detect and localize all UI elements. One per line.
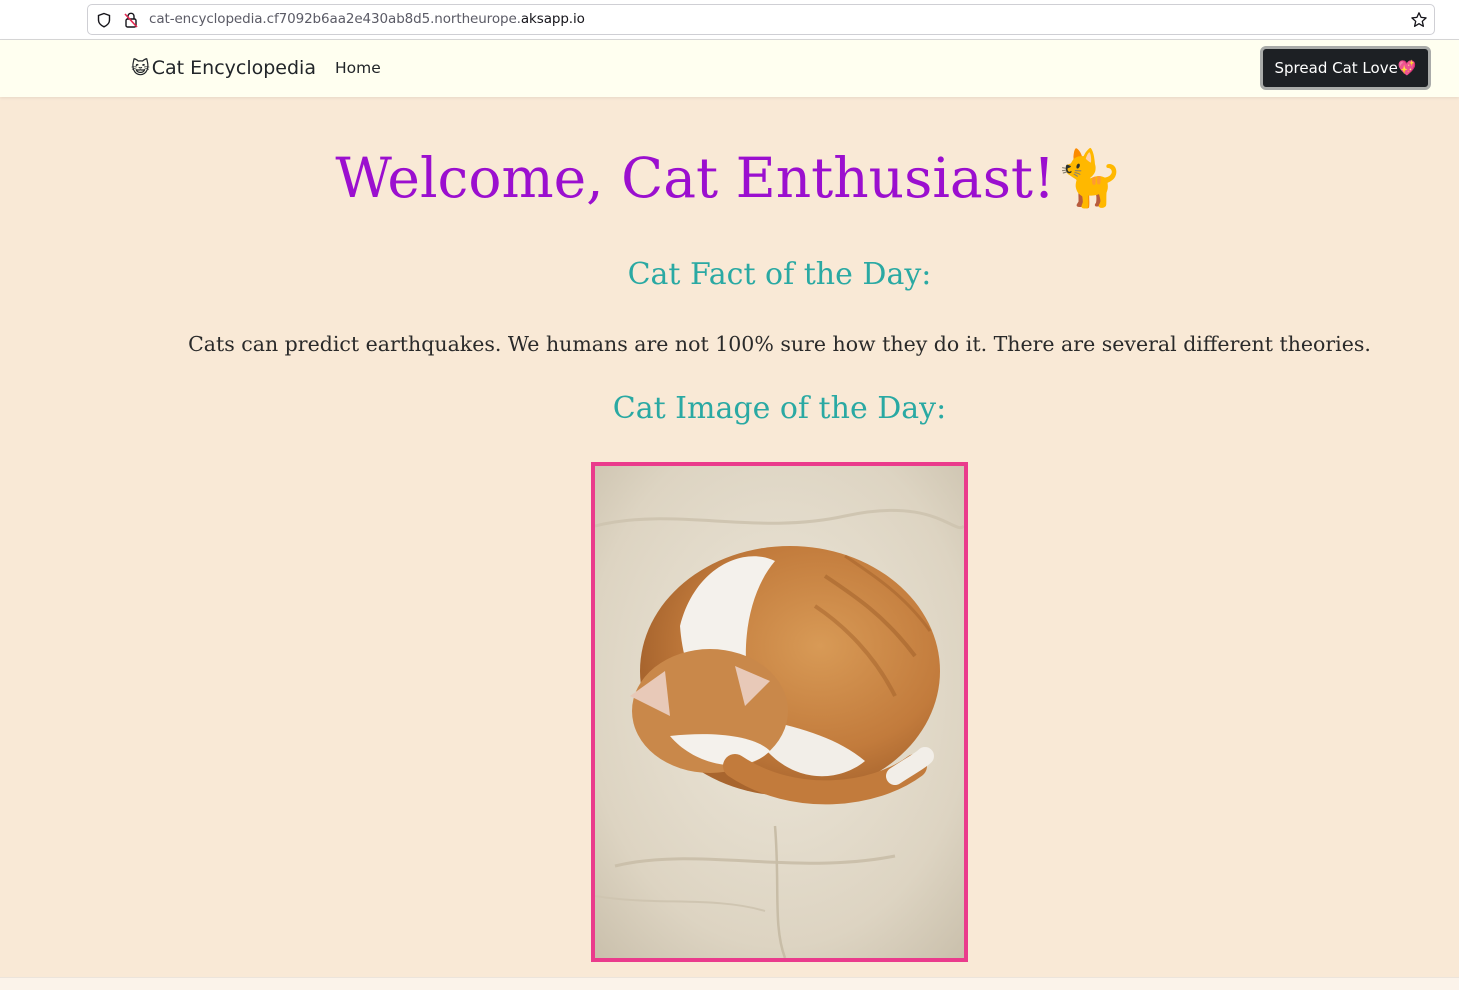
fact-heading: Cat Fact of the Day: xyxy=(627,257,932,292)
image-heading: Cat Image of the Day: xyxy=(612,391,947,426)
bookmark-star-icon[interactable] xyxy=(1410,11,1428,33)
brand-link[interactable]: 😺 Cat Encyclopedia xyxy=(131,57,316,79)
page-footer-edge xyxy=(0,977,1459,990)
cat-image-of-the-day xyxy=(591,462,968,962)
site-navbar: 😺 Cat Encyclopedia Home Spread Cat Love💖 xyxy=(0,40,1459,97)
url-text[interactable]: cat-encyclopedia.cf7092b6aa2e430ab8d5.no… xyxy=(149,11,585,27)
cat-face-icon: 😺 xyxy=(131,57,150,79)
cat-fact-text: Cats can predict earthquakes. We humans … xyxy=(188,332,1371,356)
welcome-title: Welcome, Cat Enthusiast!🐈 xyxy=(335,146,1124,210)
nav-home-link[interactable]: Home xyxy=(335,59,381,77)
address-bar[interactable]: cat-encyclopedia.cf7092b6aa2e430ab8d5.no… xyxy=(87,4,1435,35)
browser-toolbar: cat-encyclopedia.cf7092b6aa2e430ab8d5.no… xyxy=(0,0,1459,40)
spread-cat-love-button[interactable]: Spread Cat Love💖 xyxy=(1260,46,1431,90)
brand-label: Cat Encyclopedia xyxy=(151,57,316,79)
shield-icon[interactable] xyxy=(96,12,112,32)
sleeping-cat-illustration xyxy=(595,466,964,958)
insecure-lock-icon[interactable] xyxy=(123,11,139,33)
